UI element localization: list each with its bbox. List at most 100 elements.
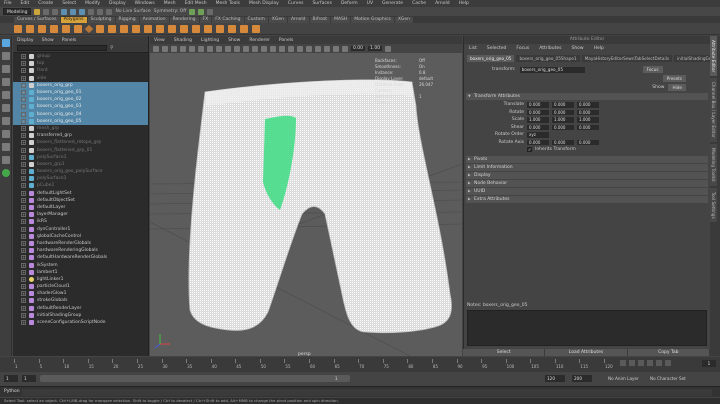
outliner-item[interactable]: + boxers_flattened_retopo_grp <box>13 139 148 146</box>
new-scene-icon[interactable] <box>34 8 41 15</box>
menu-uv[interactable]: UV <box>367 1 373 6</box>
attr-field[interactable]: 0.000 <box>577 102 599 108</box>
search-icon[interactable]: ⚲ <box>110 45 114 51</box>
viewport-menu-view[interactable]: View <box>154 38 165 43</box>
lasso-tool-icon[interactable] <box>2 52 10 60</box>
attr-menu-focus[interactable]: Focus <box>516 46 529 51</box>
expand-icon[interactable]: + <box>21 291 26 297</box>
outliner-item[interactable]: + boxers_flattened_grp_01 <box>13 146 148 153</box>
layout-green-icon[interactable] <box>2 169 10 177</box>
gamma-field[interactable]: 1.00 <box>368 46 383 51</box>
expand-icon[interactable]: + <box>21 197 26 203</box>
expand-icon[interactable]: + <box>21 82 26 88</box>
rotate-axis-x[interactable]: 0.000 <box>527 139 549 145</box>
range-bar[interactable]: 1 <box>40 375 350 382</box>
bookmark-icon[interactable] <box>171 45 177 52</box>
menu-display[interactable]: Display <box>109 1 126 6</box>
anti-aliasing-icon[interactable] <box>324 45 330 52</box>
outliner-item[interactable]: + boxers_orig_grp <box>13 81 148 89</box>
outliner-item[interactable]: + boxers_orig_geo_05 <box>13 117 148 125</box>
xray-icon[interactable] <box>342 45 348 52</box>
outliner-item[interactable]: + boxers_orig_geo_01 <box>13 88 148 97</box>
menu-edit[interactable]: Edit <box>21 1 30 6</box>
outliner-item[interactable]: + defaultHardwareRenderGlobals <box>13 254 148 261</box>
outliner-item[interactable]: + lightLinker1 <box>13 276 148 283</box>
last-tool-icon[interactable] <box>2 117 10 125</box>
outliner-item[interactable]: + transferred_grp <box>13 132 148 139</box>
rotate-order-dropdown[interactable]: xyz <box>527 132 549 138</box>
menu-edit-mesh[interactable]: Edit Mesh <box>185 1 207 6</box>
attr-field[interactable]: 0.000 <box>552 124 574 130</box>
outliner-item[interactable]: + boxers_orig_geo_03 <box>13 103 148 111</box>
side-tab[interactable]: Tool Settings <box>710 187 717 223</box>
viewport-menu-panels[interactable]: Panels <box>279 38 293 43</box>
camera-select-icon[interactable] <box>153 45 159 52</box>
outliner-item[interactable]: + defaultRenderLayer <box>13 305 148 312</box>
outliner-menu-display[interactable]: Display <box>17 38 34 43</box>
expand-icon[interactable]: + <box>21 226 26 232</box>
expand-icon[interactable]: + <box>21 233 26 239</box>
attr-menu-help[interactable]: Help <box>594 46 604 51</box>
expand-icon[interactable]: + <box>21 125 26 131</box>
field-chart-icon[interactable] <box>225 45 231 52</box>
expand-icon[interactable]: + <box>21 118 26 124</box>
gate-mask-icon[interactable] <box>216 45 222 52</box>
time-slider[interactable]: 1 5 10 15 20 25 30 35 40 45 50 55 60 65 70 75 80 85 90 95 10… <box>0 357 720 372</box>
ipr-icon[interactable] <box>198 8 205 15</box>
outliner-search-input[interactable] <box>17 45 107 51</box>
outliner-item[interactable]: + defaultObjectSet <box>13 197 148 204</box>
attr-field[interactable]: 0.000 <box>577 109 599 115</box>
outliner-item[interactable]: + hardwareRenderingGlobals <box>13 247 148 254</box>
planar-map-icon[interactable] <box>216 24 224 33</box>
bridge-icon[interactable] <box>144 24 152 33</box>
outliner-item[interactable]: + boxers_orig_geo_polySurface <box>13 168 148 175</box>
menu-mesh-tools[interactable]: Mesh Tools <box>216 1 240 6</box>
expand-icon[interactable]: + <box>21 212 26 218</box>
ambient-occlusion-icon[interactable] <box>306 45 312 52</box>
expand-icon[interactable]: + <box>21 320 26 326</box>
playback-end-field[interactable]: 120 <box>545 375 565 382</box>
anim-start-field[interactable]: 1 <box>4 375 18 382</box>
anim-end-field[interactable]: 200 <box>572 375 592 382</box>
expand-icon[interactable]: + <box>21 104 26 110</box>
expand-icon[interactable]: + <box>21 111 26 117</box>
outliner-item[interactable]: + boxers_orig_geo_04 <box>13 110 148 118</box>
step-back-icon[interactable] <box>629 360 635 366</box>
load-attributes-button[interactable]: Load Attributes <box>545 349 628 356</box>
select-component-icon[interactable] <box>79 8 86 15</box>
section-limit-information[interactable]: Limit Information <box>466 163 708 171</box>
expand-icon[interactable]: + <box>21 240 26 246</box>
expand-icon[interactable]: + <box>21 147 26 153</box>
play-forward-icon[interactable] <box>647 360 653 366</box>
menu-arnold[interactable]: Arnold <box>435 1 450 6</box>
anim-layer-dropdown[interactable]: No Anim Layer <box>608 376 639 381</box>
outliner-item[interactable]: + initialShadingGroup <box>13 312 148 319</box>
attr-field[interactable]: 1.000 <box>552 117 574 123</box>
outliner-item[interactable]: + polySurface1 <box>13 154 148 161</box>
viewport-menu-renderer[interactable]: Renderer <box>249 38 270 43</box>
smooth-shade-icon[interactable] <box>252 45 258 52</box>
multi-cut-icon[interactable] <box>180 24 188 33</box>
expand-icon[interactable]: + <box>21 312 26 318</box>
poly-plane-icon[interactable] <box>74 24 82 33</box>
grid-icon[interactable] <box>189 45 195 52</box>
expand-icon[interactable]: + <box>21 75 26 81</box>
expand-icon[interactable]: + <box>21 183 26 189</box>
poly-cone-icon[interactable] <box>50 24 58 33</box>
uv-editor-icon[interactable] <box>204 24 212 33</box>
attr-tab[interactable]: MayaHistoryEditorSewnTabSelectDetails <box>581 55 673 62</box>
outliner-item[interactable]: + ikRS <box>13 218 148 225</box>
expand-icon[interactable]: + <box>21 133 26 139</box>
unfold-icon[interactable] <box>240 24 248 33</box>
menu-help[interactable]: Help <box>459 1 469 6</box>
attr-menu-list[interactable]: List <box>469 46 477 51</box>
attr-field[interactable]: 0.000 <box>527 102 549 108</box>
go-to-start-icon[interactable] <box>620 360 626 366</box>
expand-icon[interactable]: + <box>21 97 26 103</box>
boxers-mesh[interactable] <box>188 79 452 334</box>
expand-icon[interactable]: + <box>21 190 26 196</box>
outliner-item[interactable]: + group <box>13 53 148 60</box>
side-tab[interactable]: Modeling Toolkit <box>710 144 717 186</box>
combine-icon[interactable] <box>96 24 104 33</box>
menu-deform[interactable]: Deform <box>341 1 358 6</box>
